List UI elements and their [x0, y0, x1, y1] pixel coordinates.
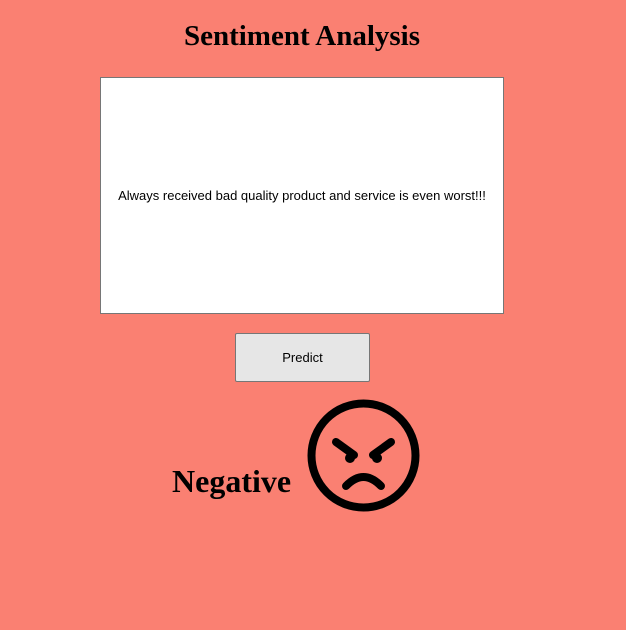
sentiment-result-label: Negative: [172, 463, 292, 499]
face-outline: [307, 399, 420, 512]
angry-face-icon: [307, 399, 420, 512]
right-eye: [372, 453, 382, 463]
predict-button[interactable]: Predict: [235, 333, 370, 382]
frown-mouth: [342, 473, 385, 490]
left-eyebrow: [332, 438, 358, 459]
review-text-area[interactable]: Always received bad quality product and …: [100, 77, 504, 314]
right-eyebrow: [369, 438, 395, 459]
page-title: Sentiment Analysis: [183, 20, 421, 52]
left-eye: [345, 453, 355, 463]
